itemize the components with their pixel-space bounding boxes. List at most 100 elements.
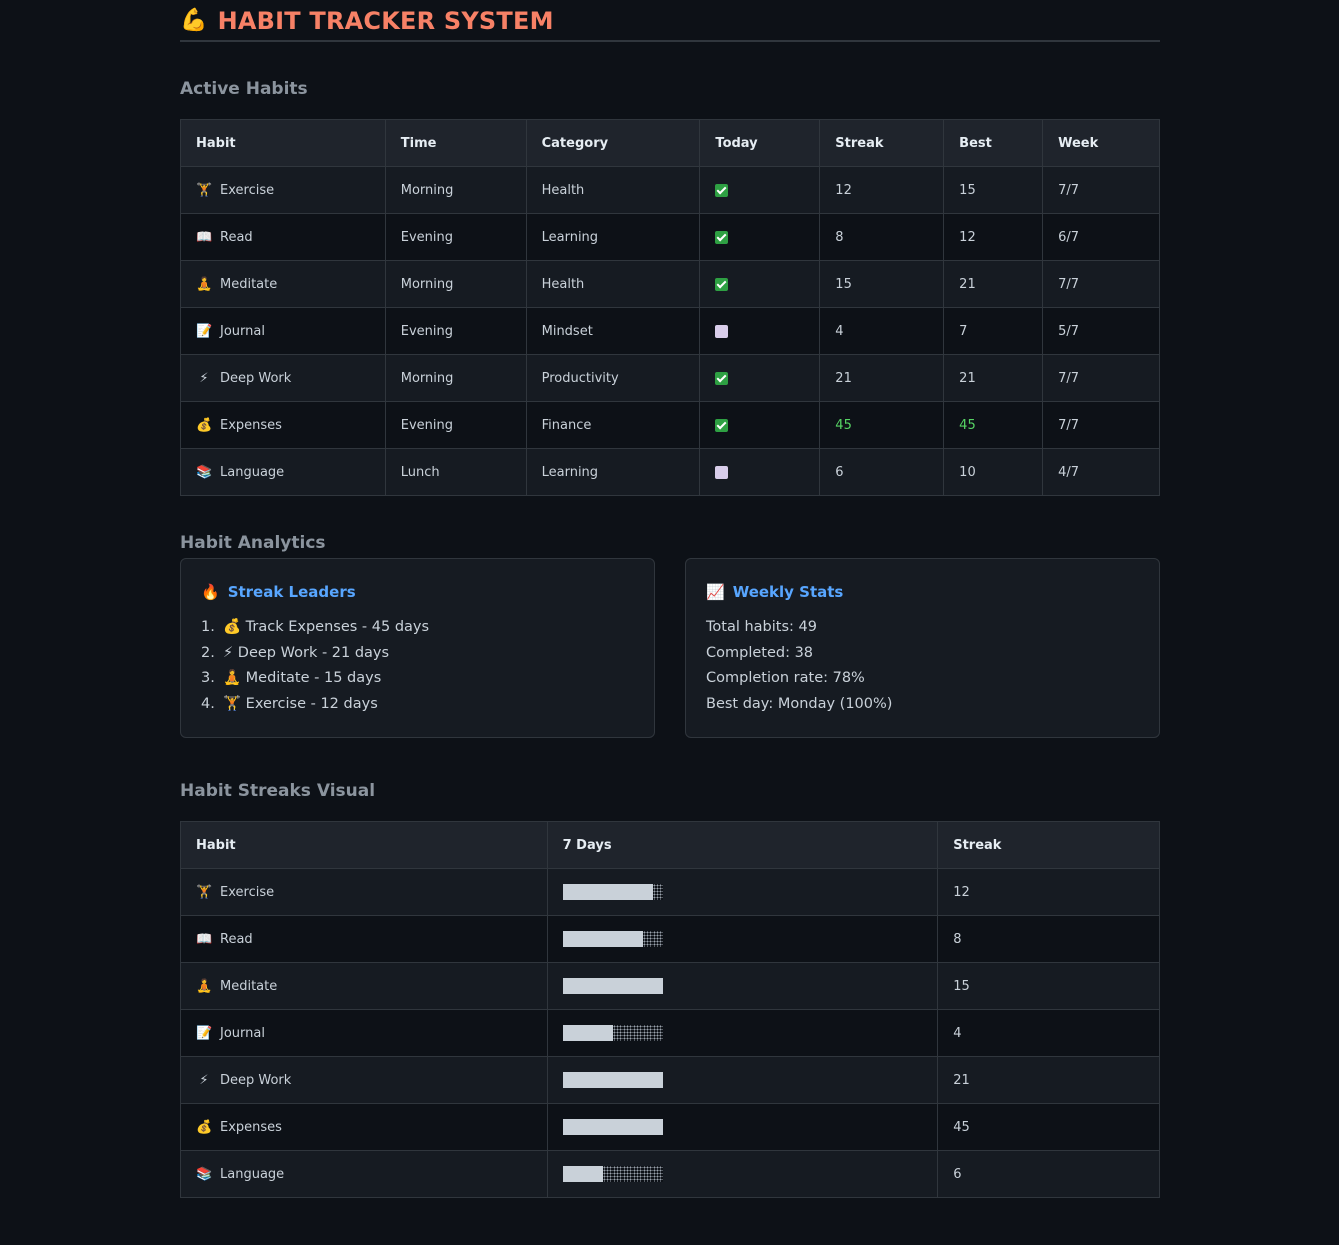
table-row[interactable]: 💰 Expenses 45 [180, 1103, 1160, 1151]
table-row[interactable]: 📝 Journal 4 [180, 1009, 1160, 1057]
empty-checkbox-icon[interactable] [715, 324, 729, 338]
category-cell: Health [525, 166, 701, 214]
column-header-best[interactable]: Best [943, 119, 1044, 167]
progress-bar [562, 1025, 663, 1041]
week-cell: 7/7 [1042, 166, 1160, 214]
week-cell: 7/7 [1042, 354, 1160, 402]
weightlifter-icon: 🏋️ [196, 182, 213, 198]
category-cell: Productivity [525, 354, 701, 402]
check-mark-icon[interactable] [715, 183, 729, 197]
habit-cell: 📖 Read [180, 915, 548, 963]
progress-segment-filled [582, 931, 593, 947]
progress-segment-empty [622, 1025, 633, 1041]
table-row[interactable]: 📚 Language 6 [180, 1150, 1160, 1198]
week-cell: 5/7 [1042, 307, 1160, 355]
column-header-habit[interactable]: Habit [180, 119, 386, 167]
streak-cell: 4 [819, 307, 945, 355]
section-title-streaks-visual: Habit Streaks Visual [180, 781, 376, 801]
streak-cell: 12 [937, 868, 1160, 916]
stat-line: Completion rate: 78% [706, 670, 865, 686]
progress-segment-filled [572, 1025, 583, 1041]
streak-leaders-card: 🔥 Streak Leaders 1. 💰 Track Expenses - 45… [180, 558, 655, 738]
progress-segment-empty [612, 1025, 623, 1041]
today-cell [699, 307, 821, 355]
habit-cell: 🏋️ Exercise [180, 868, 548, 916]
stat-line: Completed: 38 [706, 644, 814, 661]
column-header-week[interactable]: Week [1042, 119, 1160, 167]
table-row[interactable]: ⚡ Deep Work Morning Productivity 21 21 7/7 [180, 354, 1160, 402]
streak-cell: 15 [819, 260, 945, 308]
check-mark-icon[interactable] [715, 277, 729, 291]
time-cell: Evening [384, 307, 527, 355]
habit-name: Language [220, 464, 285, 480]
progress-segment-empty [652, 884, 663, 900]
column-header-today[interactable]: Today [699, 119, 821, 167]
progress-segment-filled [582, 978, 593, 994]
table-row[interactable]: 💰 Expenses Evening Finance 45 45 7/7 [180, 401, 1160, 449]
progress-segment-filled [582, 1166, 593, 1182]
streak-cell: 6 [937, 1150, 1160, 1198]
progress-segment-filled [582, 884, 593, 900]
column-header-category[interactable]: Category [525, 119, 701, 167]
section-title-active-habits: Active Habits [180, 79, 308, 99]
table-row[interactable]: 📖 Read Evening Learning 8 12 6/7 [180, 213, 1160, 261]
habit-cell-content: 📖 Read [196, 230, 370, 245]
streak-cell: 21 [819, 354, 945, 402]
table-row[interactable]: 🏋️ Exercise 12 [180, 868, 1160, 916]
progress-cell [546, 1103, 939, 1151]
habit-cell: 📚 Language [180, 1150, 548, 1198]
column-header-habit[interactable]: Habit [180, 821, 548, 869]
column-header-time[interactable]: Time [384, 119, 527, 167]
habit-cell: ⚡ Deep Work [180, 1056, 548, 1104]
best-cell: 45 [943, 401, 1044, 449]
empty-checkbox-icon[interactable] [715, 465, 729, 479]
time-cell: Morning [384, 260, 527, 308]
table-row[interactable]: 🏋️ Exercise Morning Health 12 15 7/7 [180, 166, 1160, 214]
today-cell [699, 213, 821, 261]
streak-leaders-list: 1. 💰 Track Expenses - 45 days 2. ⚡ Deep Wor… [201, 615, 634, 717]
habit-cell-content: 🧘 Meditate [196, 277, 370, 292]
column-header-streak[interactable]: Streak [937, 821, 1160, 869]
habit-name: Deep Work [220, 1072, 292, 1088]
table-row[interactable]: ⚡ Deep Work 21 [180, 1056, 1160, 1104]
today-cell [699, 448, 821, 496]
leader-text: Deep Work - 21 days [237, 644, 390, 661]
progress-segment-filled [562, 1166, 573, 1182]
progress-segment-filled [592, 931, 603, 947]
progress-segment-empty [652, 1166, 663, 1182]
progress-segment-filled [572, 884, 583, 900]
habit-cell: 🧘 Meditate [180, 260, 386, 308]
table-row[interactable]: 🧘 Meditate 15 [180, 962, 1160, 1010]
progress-bar [562, 1072, 663, 1088]
check-mark-icon[interactable] [715, 230, 729, 244]
progress-bar [562, 1119, 663, 1135]
habit-name: Journal [220, 323, 265, 339]
progress-segment-filled [562, 1119, 573, 1135]
table-row[interactable]: 📝 Journal Evening Mindset 4 7 5/7 [180, 307, 1160, 355]
progress-cell [546, 868, 939, 916]
check-mark-icon[interactable] [715, 418, 729, 432]
habit-cell-content: 🏋️ Exercise [196, 183, 370, 198]
time-cell: Morning [384, 354, 527, 402]
progress-segment-filled [632, 978, 643, 994]
habit-name: Read [220, 931, 253, 947]
lightning-icon: ⚡ [223, 644, 234, 661]
progress-segment-filled [612, 931, 623, 947]
progress-segment-filled [642, 978, 653, 994]
check-mark-icon[interactable] [715, 371, 729, 385]
progress-segment-empty [612, 1166, 623, 1182]
memo-icon: 📝 [196, 1025, 213, 1041]
table-row[interactable]: 📖 Read 8 [180, 915, 1160, 963]
column-header-7-days[interactable]: 7 Days [546, 821, 939, 869]
progress-segment-filled [562, 931, 573, 947]
column-header-streak[interactable]: Streak [819, 119, 945, 167]
list-item: 2. ⚡ Deep Work - 21 days [201, 641, 634, 667]
table-row[interactable]: 📚 Language Lunch Learning 6 10 4/7 [180, 448, 1160, 496]
active-habits-table: Habit Time Category Today Streak Best We… [180, 119, 1160, 496]
progress-segment-filled [632, 931, 643, 947]
progress-segment-filled [602, 1119, 613, 1135]
progress-segment-filled [572, 931, 583, 947]
progress-segment-filled [572, 1119, 583, 1135]
table-row[interactable]: 🧘 Meditate Morning Health 15 21 7/7 [180, 260, 1160, 308]
habit-cell-content: 📚 Language [196, 1167, 532, 1182]
